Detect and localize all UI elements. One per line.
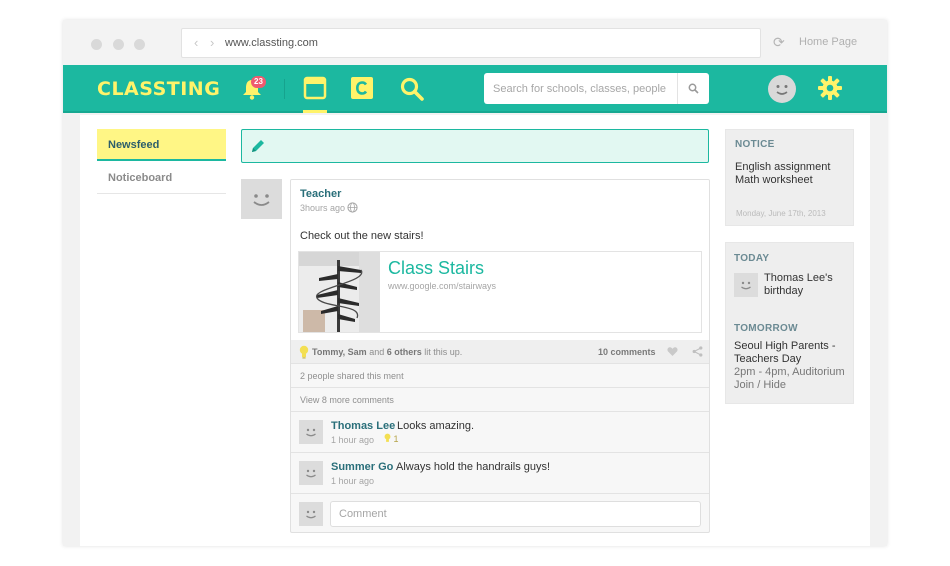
post-card: Teacher 3hours ago Check out the new sta… <box>290 179 710 533</box>
post-author[interactable]: Teacher <box>300 188 341 200</box>
back-forward-icon[interactable]: ‹ › <box>194 35 218 50</box>
window-minimize-dot[interactable] <box>113 39 124 50</box>
likes-summary: Tommy, Sam and 6 others lit this up. <box>312 347 463 357</box>
today-event[interactable]: Thomas Lee's birthday <box>764 272 848 298</box>
header-divider <box>284 79 285 99</box>
notice-panel: NOTICE English assignment Math worksheet… <box>725 129 854 226</box>
notification-count-badge: 23 <box>251 76 266 88</box>
search-box <box>484 73 709 104</box>
globe-icon <box>347 202 358 213</box>
notice-date: Monday, June 17th, 2013 <box>736 209 826 218</box>
comment-item: Summer Go Always hold the handrails guys… <box>291 453 709 494</box>
comment-item: Thomas Lee Looks amazing. 1 hour ago 1 <box>291 412 709 453</box>
comment-text: Always hold the handrails guys! <box>396 461 551 473</box>
birthday-person-avatar[interactable] <box>734 273 758 297</box>
stairs-thumbnail <box>299 252 380 332</box>
tomorrow-heading: TOMORROW <box>734 323 798 334</box>
newsfeed-icon[interactable] <box>303 76 327 100</box>
post-body: Teacher 3hours ago Check out the new sta… <box>291 180 709 340</box>
likes-bar: Tommy, Sam and 6 others lit this up. 10 … <box>291 340 709 364</box>
browser-window: ‹ › www.classting.com ⟳ Home Page CLASST… <box>63 20 887 546</box>
comments-count[interactable]: 10 comments <box>598 347 656 357</box>
notice-item[interactable]: English assignment <box>735 161 844 174</box>
comment-author[interactable]: Thomas Lee <box>331 420 395 432</box>
lightbulb-icon <box>384 433 391 442</box>
events-panel: TODAY Thomas Lee's birthday TOMORROW Seo… <box>725 242 854 404</box>
sidebar-item-noticeboard[interactable]: Noticeboard <box>97 162 226 194</box>
comment-input[interactable] <box>330 501 701 527</box>
tomorrow-detail: 2pm - 4pm, Auditorium <box>734 366 845 378</box>
join-hide-links[interactable]: Join / Hide <box>734 379 786 392</box>
my-avatar <box>299 502 323 526</box>
search-input[interactable] <box>484 73 674 104</box>
post-text: Check out the new stairs! <box>300 230 424 242</box>
main-content: Newsfeed Noticeboard Teacher 3hours ago <box>80 115 870 546</box>
address-bar[interactable]: ‹ › www.classting.com <box>181 28 761 58</box>
search-nav-icon[interactable] <box>399 76 425 102</box>
commenter-avatar[interactable] <box>299 461 323 485</box>
link-title[interactable]: Class Stairs <box>388 258 484 279</box>
comment-composer <box>291 494 709 532</box>
classting-logo[interactable]: CLASSTING <box>97 78 220 100</box>
search-icon <box>688 83 699 94</box>
shared-info[interactable]: 2 people shared this ment <box>291 364 709 388</box>
today-heading: TODAY <box>734 253 770 264</box>
user-avatar-icon[interactable] <box>767 74 797 104</box>
comment-author[interactable]: Summer Go <box>331 461 393 473</box>
pencil-icon <box>252 140 264 152</box>
class-icon[interactable] <box>350 76 374 100</box>
browser-toolbar: ‹ › www.classting.com ⟳ Home Page <box>63 20 887 65</box>
search-button[interactable] <box>677 73 709 104</box>
link-preview[interactable]: Class Stairs www.google.com/stairways <box>298 251 702 333</box>
window-close-dot[interactable] <box>91 39 102 50</box>
lightbulb-icon[interactable] <box>299 345 309 359</box>
url-text: www.classting.com <box>225 37 318 49</box>
post-composer[interactable] <box>241 129 709 163</box>
settings-gear-icon[interactable] <box>817 75 843 101</box>
comment-like-count[interactable]: 1 <box>384 433 399 444</box>
view-more-comments[interactable]: View 8 more comments <box>291 388 709 412</box>
window-maximize-dot[interactable] <box>134 39 145 50</box>
post-time: 3hours ago <box>300 203 346 213</box>
app-header: CLASSTING 23 <box>63 65 887 113</box>
tomorrow-event[interactable]: Seoul High Parents - Teachers Day <box>734 340 850 366</box>
share-icon[interactable] <box>692 346 703 357</box>
notice-item[interactable]: Math worksheet <box>735 174 844 187</box>
home-page-link[interactable]: Home Page <box>799 36 857 48</box>
sidebar-item-newsfeed[interactable]: Newsfeed <box>97 129 226 161</box>
reload-icon[interactable]: ⟳ <box>773 34 785 51</box>
commenter-avatar[interactable] <box>299 420 323 444</box>
notice-heading: NOTICE <box>735 139 775 150</box>
link-url: www.google.com/stairways <box>388 281 497 291</box>
comment-time: 1 hour ago <box>331 435 375 445</box>
comment-time: 1 hour ago <box>331 476 375 486</box>
teacher-avatar[interactable] <box>241 179 282 219</box>
comment-text: Looks amazing. <box>397 420 475 432</box>
active-tab-indicator <box>303 110 327 113</box>
heart-icon[interactable] <box>667 346 678 357</box>
